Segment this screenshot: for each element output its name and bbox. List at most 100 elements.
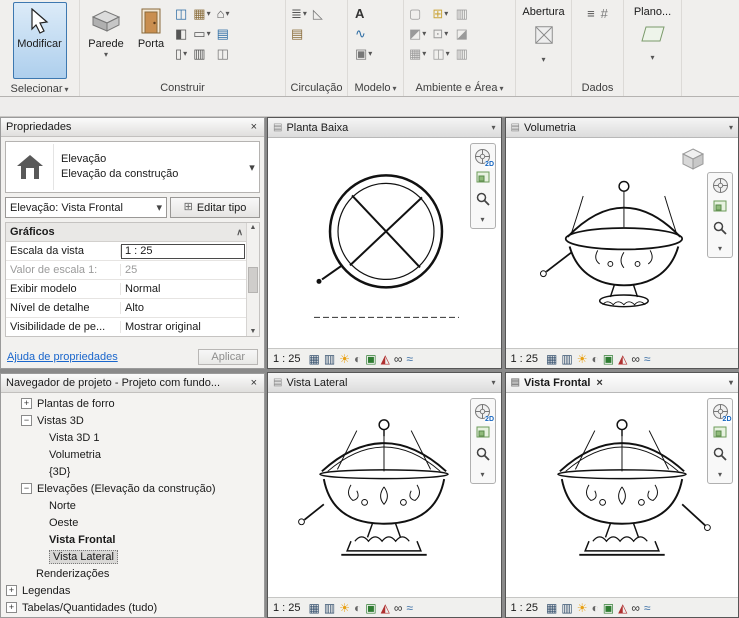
steering-wheel-icon[interactable]: 2D	[712, 403, 732, 423]
crop-region-icon[interactable]: ▣	[365, 602, 376, 614]
abertura-button[interactable]: Abertura ▾	[519, 2, 568, 64]
drawing-area[interactable]: 2D ▾	[268, 138, 501, 348]
temporary-hide-icon[interactable]: ∞	[394, 353, 403, 365]
shadows-icon[interactable]: ◐	[591, 602, 598, 614]
temporary-hide-icon[interactable]: ∞	[631, 602, 640, 614]
temporary-hide-icon[interactable]: ∞	[394, 602, 403, 614]
steering-wheel-icon[interactable]	[712, 177, 729, 194]
browser-item-plantas-de-forro[interactable]: + Plantas de forro	[1, 395, 264, 412]
zoom-icon[interactable]	[713, 447, 727, 464]
visual-style-icon[interactable]: ▥	[324, 602, 335, 614]
crop-region-icon[interactable]: ▣	[365, 353, 376, 365]
scroll-up-icon[interactable]: ▲	[250, 224, 257, 231]
reveal-hidden-icon[interactable]: ≈	[644, 602, 651, 614]
zoom-icon[interactable]	[476, 447, 490, 464]
close-icon[interactable]: ×	[249, 121, 259, 133]
browser-item-tabelas[interactable]: + Tabelas/Quantidades (tudo)	[1, 599, 264, 616]
reveal-hidden-icon[interactable]: ≈	[644, 353, 651, 365]
panel-label-construir[interactable]: Construir	[80, 80, 285, 96]
temporary-hide-icon[interactable]: ∞	[631, 353, 640, 365]
eixo-cortina-button[interactable]: ▥	[193, 45, 210, 62]
linha-modelo-button[interactable]: ∿	[355, 25, 366, 42]
browser-item-vista-3d-1[interactable]: Vista 3D 1	[1, 429, 264, 446]
piso-button[interactable]: ▭ ▾	[193, 25, 210, 42]
expand-icon[interactable]: +	[21, 398, 32, 409]
panel-label-abertura[interactable]	[516, 80, 571, 96]
panel-label-modelo[interactable]: Modelo ▾	[348, 80, 403, 96]
browser-item-vista-lateral[interactable]: Vista Lateral	[1, 548, 264, 565]
sun-path-icon[interactable]: ☀	[339, 602, 350, 614]
navigation-bar[interactable]: 2D ▾	[469, 143, 496, 229]
detail-level-icon[interactable]: ▦	[546, 602, 557, 614]
ajuda-propriedades-link[interactable]: Ajuda de propriedades	[7, 351, 118, 363]
viewport-vista-frontal[interactable]: ▤ Vista Frontal × ▾ 2D ▾ 1: 25 ▦ ▥ ☀ ◐ …	[504, 372, 739, 618]
properties-header[interactable]: Propriedades ×	[1, 118, 264, 137]
panel-label-plano[interactable]	[624, 80, 681, 96]
separador-ambiente-button[interactable]: ▥	[456, 5, 468, 22]
forro-button[interactable]: ◧	[175, 25, 187, 42]
navigation-bar[interactable]: 2D ▾	[707, 398, 733, 484]
zoom-icon[interactable]	[713, 221, 727, 238]
aplicar-button[interactable]: Aplicar	[198, 349, 258, 365]
navbar-menu-icon[interactable]: ▾	[718, 470, 722, 479]
browser-item-renderizacoes[interactable]: Renderizações	[1, 565, 264, 582]
pilar-button[interactable]: ▯ ▾	[175, 45, 187, 62]
scale-button[interactable]: 1 : 25	[511, 353, 543, 365]
browser-item-3d[interactable]: {3D}	[1, 463, 264, 480]
zoom-icon[interactable]	[476, 192, 490, 209]
visibilidade-value[interactable]: Mostrar original	[121, 321, 247, 333]
properties-scrollbar[interactable]: ▲ ▼	[246, 223, 259, 336]
steering-wheel-icon[interactable]: 2D	[474, 403, 494, 423]
rampa-button[interactable]: ◺	[313, 5, 323, 22]
sun-path-icon[interactable]: ☀	[577, 353, 588, 365]
viewport-titlebar[interactable]: ▤ Volumetria ▾	[505, 118, 738, 138]
browser-item-oeste[interactable]: Oeste	[1, 514, 264, 531]
zoom-region-icon[interactable]	[713, 200, 727, 215]
identificar-ambiente-button[interactable]: ⊞ ▾	[432, 5, 449, 22]
zoom-region-icon[interactable]	[713, 426, 727, 441]
ambiente-tools-button[interactable]: ▦ ▾	[409, 45, 426, 62]
area-tools-button[interactable]: ◫ ▾	[432, 45, 449, 62]
crop-region-icon[interactable]: ▣	[603, 602, 614, 614]
visual-style-icon[interactable]: ▥	[561, 602, 572, 614]
porta-button[interactable]: Porta	[131, 2, 171, 53]
sun-path-icon[interactable]: ☀	[577, 602, 588, 614]
visual-style-icon[interactable]: ▥	[324, 353, 335, 365]
instance-selector-combo[interactable]: Elevação: Vista Frontal ▾	[5, 197, 167, 218]
visual-style-icon[interactable]: ▥	[561, 353, 572, 365]
viewport-planta-baixa[interactable]: ▤ Planta Baixa ▾ 2D ▾ 1: 25 ▦ ▥ ☀ ◐ ▣ ◭…	[267, 117, 502, 369]
reveal-hidden-icon[interactable]: ≈	[406, 353, 413, 365]
scale-button[interactable]: 1 : 25	[273, 353, 305, 365]
reveal-hidden-icon[interactable]: ≈	[406, 602, 413, 614]
componente-button[interactable]: ▦ ▾	[193, 5, 210, 22]
drawing-area[interactable]: 2D ▾	[268, 393, 501, 597]
panel-label-ambiente-area[interactable]: Ambiente e Área ▾	[404, 80, 515, 96]
plano-button[interactable]: Plano... ▾	[628, 2, 678, 62]
close-icon[interactable]: ×	[594, 377, 604, 389]
panel-label-dados[interactable]: Dados	[572, 80, 623, 96]
parede-button[interactable]: Parede ▾	[83, 2, 129, 62]
telhado-button[interactable]: ⌂ ▾	[217, 5, 230, 22]
navbar-menu-icon[interactable]: ▾	[480, 470, 484, 479]
texto-modelo-button[interactable]: A	[355, 5, 364, 22]
shadows-icon[interactable]: ◐	[354, 602, 361, 614]
sun-path-icon[interactable]: ☀	[339, 353, 350, 365]
shadows-icon[interactable]: ◐	[591, 353, 598, 365]
grid-tools-button[interactable]: ▥	[456, 45, 468, 62]
panel-label-selecionar[interactable]: Selecionar ▾	[0, 81, 79, 97]
montante-button[interactable]: ◫	[217, 45, 230, 62]
view-menu-icon[interactable]: ▾	[729, 378, 733, 387]
scale-button[interactable]: 1 : 25	[273, 602, 305, 614]
close-icon[interactable]: ×	[249, 377, 259, 389]
scroll-down-icon[interactable]: ▼	[250, 328, 257, 335]
drawing-area[interactable]: 2D ▾	[505, 393, 738, 597]
janela-button[interactable]: ◫	[175, 5, 187, 22]
detail-level-icon[interactable]: ▦	[309, 602, 320, 614]
view-cube[interactable]	[680, 146, 706, 172]
viewport-vista-lateral[interactable]: ▤ Vista Lateral ▾ 2D ▾ 1: 25 ▦ ▥ ☀ ◐ ▣ …	[267, 372, 502, 618]
viewport-titlebar[interactable]: ▤ Vista Frontal × ▾	[505, 373, 738, 393]
viewport-volumetria[interactable]: ▤ Volumetria ▾ ▾ 1: 25 ▦ ▥ ☀ ◐ ▣ ◭ ∞ ≈	[504, 117, 739, 369]
panel-label-circulacao[interactable]: Circulação	[286, 80, 347, 96]
scale-button[interactable]: 1 : 25	[511, 602, 543, 614]
editar-tipo-button[interactable]: ⊞ Editar tipo	[170, 197, 260, 218]
